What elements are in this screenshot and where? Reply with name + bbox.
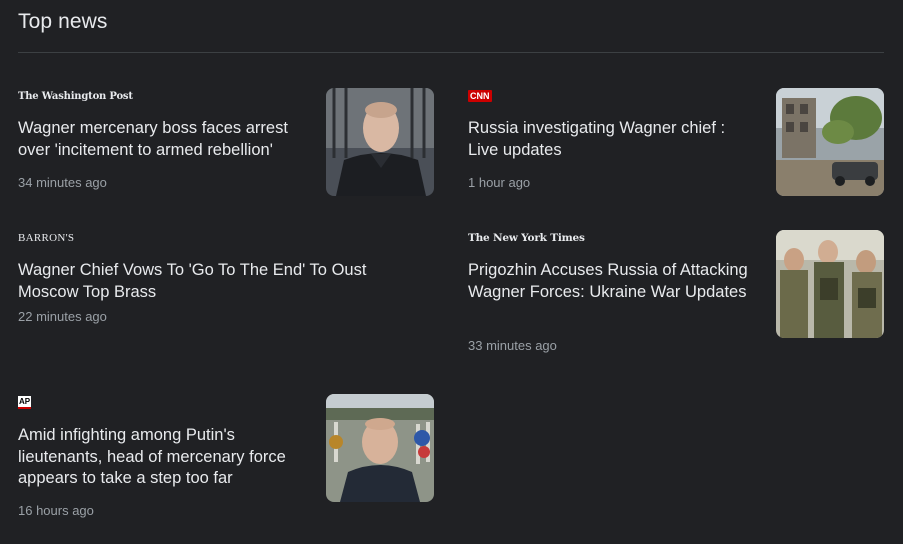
article-time: 33 minutes ago	[468, 338, 557, 353]
article-time: 16 hours ago	[18, 503, 94, 518]
man-portrait-icon	[326, 88, 434, 196]
article-time: 1 hour ago	[468, 175, 531, 190]
article-time: 22 minutes ago	[18, 309, 107, 324]
article-card[interactable]: CNN Russia investigating Wagner chief : …	[468, 88, 884, 198]
man-cemetery-icon	[326, 394, 434, 502]
article-card[interactable]: BARRON'S Wagner Chief Vows To 'Go To The…	[18, 230, 434, 330]
article-title[interactable]: Russia investigating Wagner chief : Live…	[468, 118, 758, 161]
article-thumbnail[interactable]	[776, 88, 884, 196]
source-logo-ap[interactable]: AP	[18, 394, 32, 410]
article-title[interactable]: Prigozhin Accuses Russia of Attacking Wa…	[468, 260, 748, 303]
section-title[interactable]: Top news	[18, 10, 108, 34]
article-thumbnail[interactable]	[326, 394, 434, 502]
section-divider	[18, 52, 884, 53]
article-card[interactable]: AP Amid infighting among Putin's lieuten…	[18, 394, 434, 524]
article-thumbnail[interactable]	[776, 230, 884, 338]
article-thumbnail[interactable]	[326, 88, 434, 196]
article-card[interactable]: The Washington Post Wagner mercenary bos…	[18, 88, 434, 198]
source-logo-washington-post[interactable]: The Washington Post	[18, 88, 133, 104]
article-card[interactable]: The New York Times Prigozhin Accuses Rus…	[468, 230, 884, 360]
damaged-building-icon	[776, 88, 884, 196]
article-time: 34 minutes ago	[18, 175, 107, 190]
article-title[interactable]: Wagner mercenary boss faces arrest over …	[18, 118, 318, 161]
article-title[interactable]: Amid infighting among Putin's lieutenant…	[18, 425, 318, 490]
source-logo-nytimes[interactable]: The New York Times	[468, 230, 585, 246]
source-logo-cnn[interactable]: CNN	[468, 88, 492, 104]
article-title[interactable]: Wagner Chief Vows To 'Go To The End' To …	[18, 260, 418, 303]
source-logo-barrons[interactable]: BARRON'S	[18, 230, 74, 246]
soldiers-group-icon	[776, 230, 884, 338]
